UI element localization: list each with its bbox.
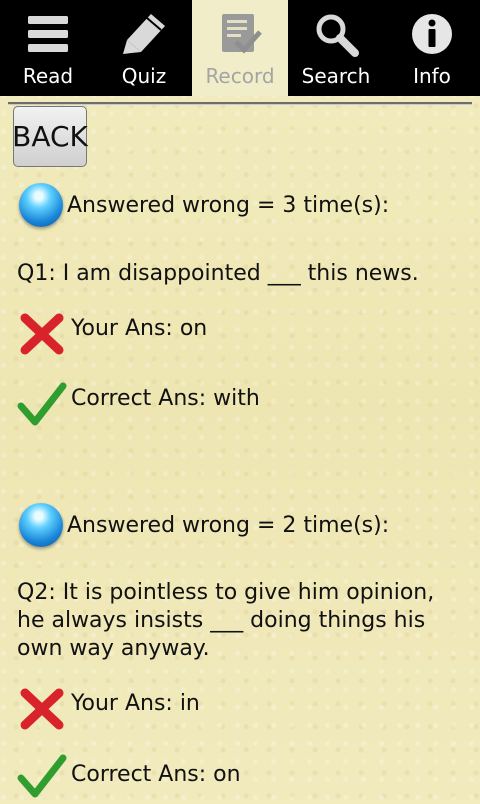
your-answer-row: Your Ans: in <box>17 685 200 737</box>
wrong-count-row: Answered wrong = 2 time(s): <box>17 503 389 547</box>
check-mark-icon <box>17 752 67 804</box>
correct-answer-text: Correct Ans: on <box>71 761 241 787</box>
your-answer-text: Your Ans: in <box>71 690 200 716</box>
question-text: Q1: I am disappointed ___ this news. <box>17 261 419 286</box>
wrong-count-row: Answered wrong = 3 time(s): <box>17 183 389 227</box>
info-icon <box>408 10 456 58</box>
correct-answer-row: Correct Ans: with <box>17 380 260 432</box>
tab-quiz[interactable]: Quiz <box>96 0 192 96</box>
blue-orb-icon <box>19 183 63 227</box>
search-icon <box>312 10 360 58</box>
tab-search[interactable]: Search <box>288 0 384 96</box>
header-divider <box>8 102 472 105</box>
check-mark-icon <box>17 380 67 432</box>
tab-info-label: Info <box>413 64 451 88</box>
question-text: Q2: It is pointless to give him opinion,… <box>17 580 435 661</box>
pencil-icon <box>120 10 168 58</box>
tab-read[interactable]: Read <box>0 0 96 96</box>
wrong-count-text: Answered wrong = 2 time(s): <box>67 512 390 538</box>
blue-orb-icon <box>19 503 63 547</box>
correct-answer-text: Correct Ans: with <box>71 385 260 411</box>
wrong-x-icon <box>17 310 67 362</box>
your-answer-row: Your Ans: on <box>17 310 207 362</box>
wrong-x-icon <box>17 685 67 737</box>
tab-read-label: Read <box>22 64 74 88</box>
tab-bar: Read Quiz Record Search Info <box>0 0 480 96</box>
wrong-count-text: Answered wrong = 3 time(s): <box>67 192 390 218</box>
tab-record-label: Record <box>205 64 275 88</box>
tab-search-label: Search <box>301 64 371 88</box>
tab-info[interactable]: Info <box>384 0 480 96</box>
tab-quiz-label: Quiz <box>121 64 167 88</box>
back-button[interactable]: BACK <box>12 106 88 167</box>
record-checklist-icon <box>216 10 264 58</box>
menu-lines-icon <box>24 10 72 58</box>
your-answer-text: Your Ans: on <box>71 315 208 341</box>
tab-record[interactable]: Record <box>192 0 288 96</box>
correct-answer-row: Correct Ans: on <box>17 752 241 804</box>
